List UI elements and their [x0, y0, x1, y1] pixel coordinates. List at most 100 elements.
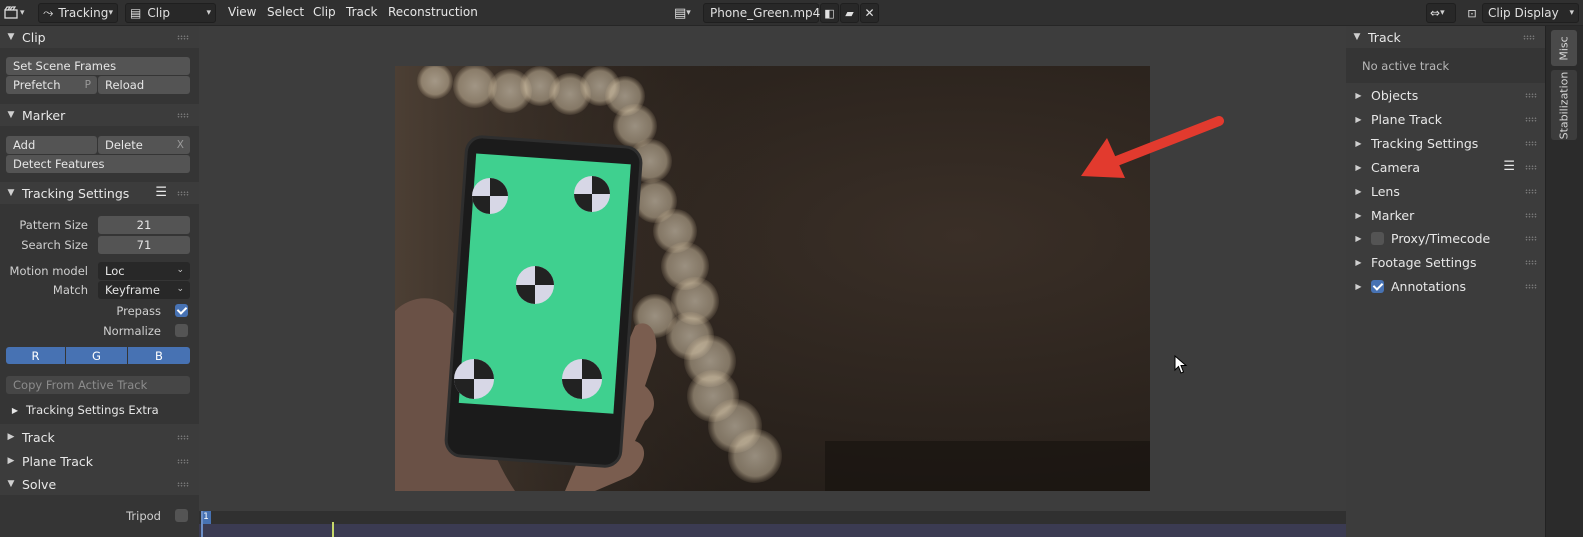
drag-handle-icon[interactable]	[1525, 236, 1537, 241]
reload-button[interactable]: Reload	[98, 76, 190, 94]
menu-reconstruction[interactable]: Reconstruction	[388, 5, 478, 19]
annotations-panel-header[interactable]: ▶ Annotations	[1346, 275, 1545, 297]
menu-clip[interactable]: Clip	[313, 5, 336, 19]
clip-icon: ▤	[674, 5, 687, 21]
add-marker-button[interactable]: Add	[6, 136, 97, 154]
tracking-settings-panel-header[interactable]: ▶ Tracking Settings	[1346, 132, 1545, 154]
lens-panel-header[interactable]: ▶ Lens	[1346, 180, 1545, 202]
tab-stabilization[interactable]: Stabilization	[1551, 70, 1577, 140]
objects-panel-header[interactable]: ▶ Objects	[1346, 84, 1545, 106]
drag-handle-icon[interactable]	[1525, 260, 1537, 265]
tracking-settings-extra-subpanel[interactable]: ▶ Tracking Settings Extra	[0, 400, 199, 420]
movie-clip-frame[interactable]	[395, 66, 1150, 491]
drag-handle-icon[interactable]	[1525, 189, 1537, 194]
chevron-down-icon: ▾	[1440, 8, 1445, 18]
editor-type-button[interactable]: ▾	[4, 3, 34, 23]
marker-panel-header[interactable]: ▼ Marker	[0, 104, 199, 126]
set-scene-frames-button[interactable]: Set Scene Frames	[6, 57, 190, 75]
match-dropdown[interactable]: Keyframe ⌄	[98, 281, 190, 299]
drag-handle-icon[interactable]	[1523, 35, 1535, 40]
unlink-clip-button[interactable]: ✕	[860, 3, 879, 23]
panel-title: Track	[1368, 29, 1401, 45]
clip-browse-button[interactable]: ▤ ▾	[674, 3, 702, 23]
footage-settings-panel-header[interactable]: ▶ Footage Settings	[1346, 251, 1545, 273]
tripod-checkbox[interactable]	[175, 509, 188, 522]
normalize-checkbox[interactable]	[175, 324, 188, 337]
button-label: Prefetch	[13, 78, 61, 92]
tab-misc[interactable]: Misc	[1551, 30, 1577, 66]
drag-handle-icon[interactable]	[177, 459, 189, 464]
triangle-down-icon: ▼	[7, 188, 15, 198]
marker-panel-header[interactable]: ▶ Marker	[1346, 204, 1545, 226]
presets-list-icon[interactable]: ☰	[1503, 159, 1515, 174]
drag-handle-icon[interactable]	[177, 35, 189, 40]
triangle-down-icon: ▼	[7, 479, 15, 489]
triangle-right-icon: ▶	[1355, 233, 1362, 243]
lock-button[interactable]: ⊡	[1462, 3, 1482, 23]
drag-handle-icon[interactable]	[1525, 213, 1537, 218]
timeline-strip[interactable]: 1	[199, 511, 1346, 537]
drag-handle-icon[interactable]	[177, 113, 189, 118]
track-properties-body: No active track	[1346, 48, 1545, 83]
pivot-dropdown[interactable]: ⇔ ▾	[1426, 3, 1456, 23]
fake-user-button[interactable]: ◧	[820, 3, 839, 23]
drag-handle-icon[interactable]	[177, 482, 189, 487]
track-properties-header[interactable]: ▼ Track	[1346, 26, 1545, 48]
drag-handle-icon[interactable]	[1525, 93, 1537, 98]
drag-handle-icon[interactable]	[177, 435, 189, 440]
clip-editor-icon	[4, 6, 18, 19]
delete-marker-button[interactable]: Delete X	[98, 136, 190, 154]
presets-list-icon[interactable]: ☰	[155, 185, 167, 200]
clip-panel-header[interactable]: ▼ Clip	[0, 26, 199, 48]
prepass-checkbox[interactable]	[175, 304, 188, 317]
open-clip-button[interactable]: ▰	[840, 3, 859, 23]
track-panel-header[interactable]: ▶ Track	[0, 426, 199, 448]
detect-features-button[interactable]: Detect Features	[6, 155, 190, 173]
panel-title: Lens	[1371, 183, 1400, 199]
normalize-label: Normalize	[103, 324, 161, 338]
no-active-track-text: No active track	[1362, 59, 1450, 73]
drag-handle-icon[interactable]	[1525, 284, 1537, 289]
playhead[interactable]	[201, 511, 203, 537]
motion-model-dropdown[interactable]: Loc ⌄	[98, 262, 190, 280]
proxy-timecode-panel-header[interactable]: ▶ Proxy/Timecode	[1346, 227, 1545, 249]
copy-from-active-track-button[interactable]: Copy From Active Track	[6, 376, 190, 394]
menu-select[interactable]: Select	[267, 5, 304, 19]
channel-b-toggle[interactable]: B	[128, 347, 190, 364]
pattern-size-field[interactable]: 21	[98, 216, 190, 234]
annotations-checkbox[interactable]	[1371, 279, 1384, 293]
search-size-label: Search Size	[21, 238, 88, 252]
button-label: Reload	[105, 78, 145, 92]
drag-handle-icon[interactable]	[1525, 141, 1537, 146]
tab-label: Stabilization	[1557, 71, 1571, 139]
clip-display-dropdown[interactable]: Clip Display ▾	[1482, 3, 1579, 23]
menu-track[interactable]: Track	[346, 5, 377, 19]
panel-title: Plane Track	[22, 453, 93, 469]
triangle-right-icon: ▶	[7, 456, 15, 466]
view-mode-dropdown[interactable]: ▤ Clip ▾	[125, 3, 216, 23]
button-label: Copy From Active Track	[13, 378, 148, 392]
dropdown-value: Loc	[105, 264, 125, 278]
proxy-checkbox[interactable]	[1371, 231, 1384, 245]
prefetch-button[interactable]: Prefetch P	[6, 76, 97, 94]
menu-view[interactable]: View	[228, 5, 256, 19]
drag-handle-icon[interactable]	[1525, 165, 1537, 170]
mode-dropdown[interactable]: ⤳ Tracking ▾	[38, 3, 118, 23]
plane-track-panel-header[interactable]: ▶ Plane Track	[1346, 108, 1545, 130]
sidebar-tabs: Misc Stabilization	[1545, 26, 1583, 537]
clip-display-label: Clip Display	[1488, 6, 1559, 20]
drag-handle-icon[interactable]	[1525, 117, 1537, 122]
channel-r-toggle[interactable]: R	[6, 347, 65, 364]
channel-g-toggle[interactable]: G	[66, 347, 127, 364]
camera-panel-header[interactable]: ▶ Camera ☰	[1346, 156, 1545, 178]
panel-title: Annotations	[1391, 278, 1467, 294]
plane-track-panel-header[interactable]: ▶ Plane Track	[0, 450, 199, 472]
keyframe-marker	[332, 522, 334, 537]
drag-handle-icon[interactable]	[177, 191, 189, 196]
search-size-field[interactable]: 71	[98, 236, 190, 254]
clip-viewport[interactable]	[199, 26, 1346, 511]
tracking-settings-panel-header[interactable]: ▼ Tracking Settings ☰	[0, 182, 199, 204]
triangle-down-icon: ▼	[7, 32, 15, 42]
solve-panel-header[interactable]: ▼ Solve	[0, 473, 199, 495]
clip-name-field[interactable]: Phone_Green.mp4	[703, 3, 820, 23]
